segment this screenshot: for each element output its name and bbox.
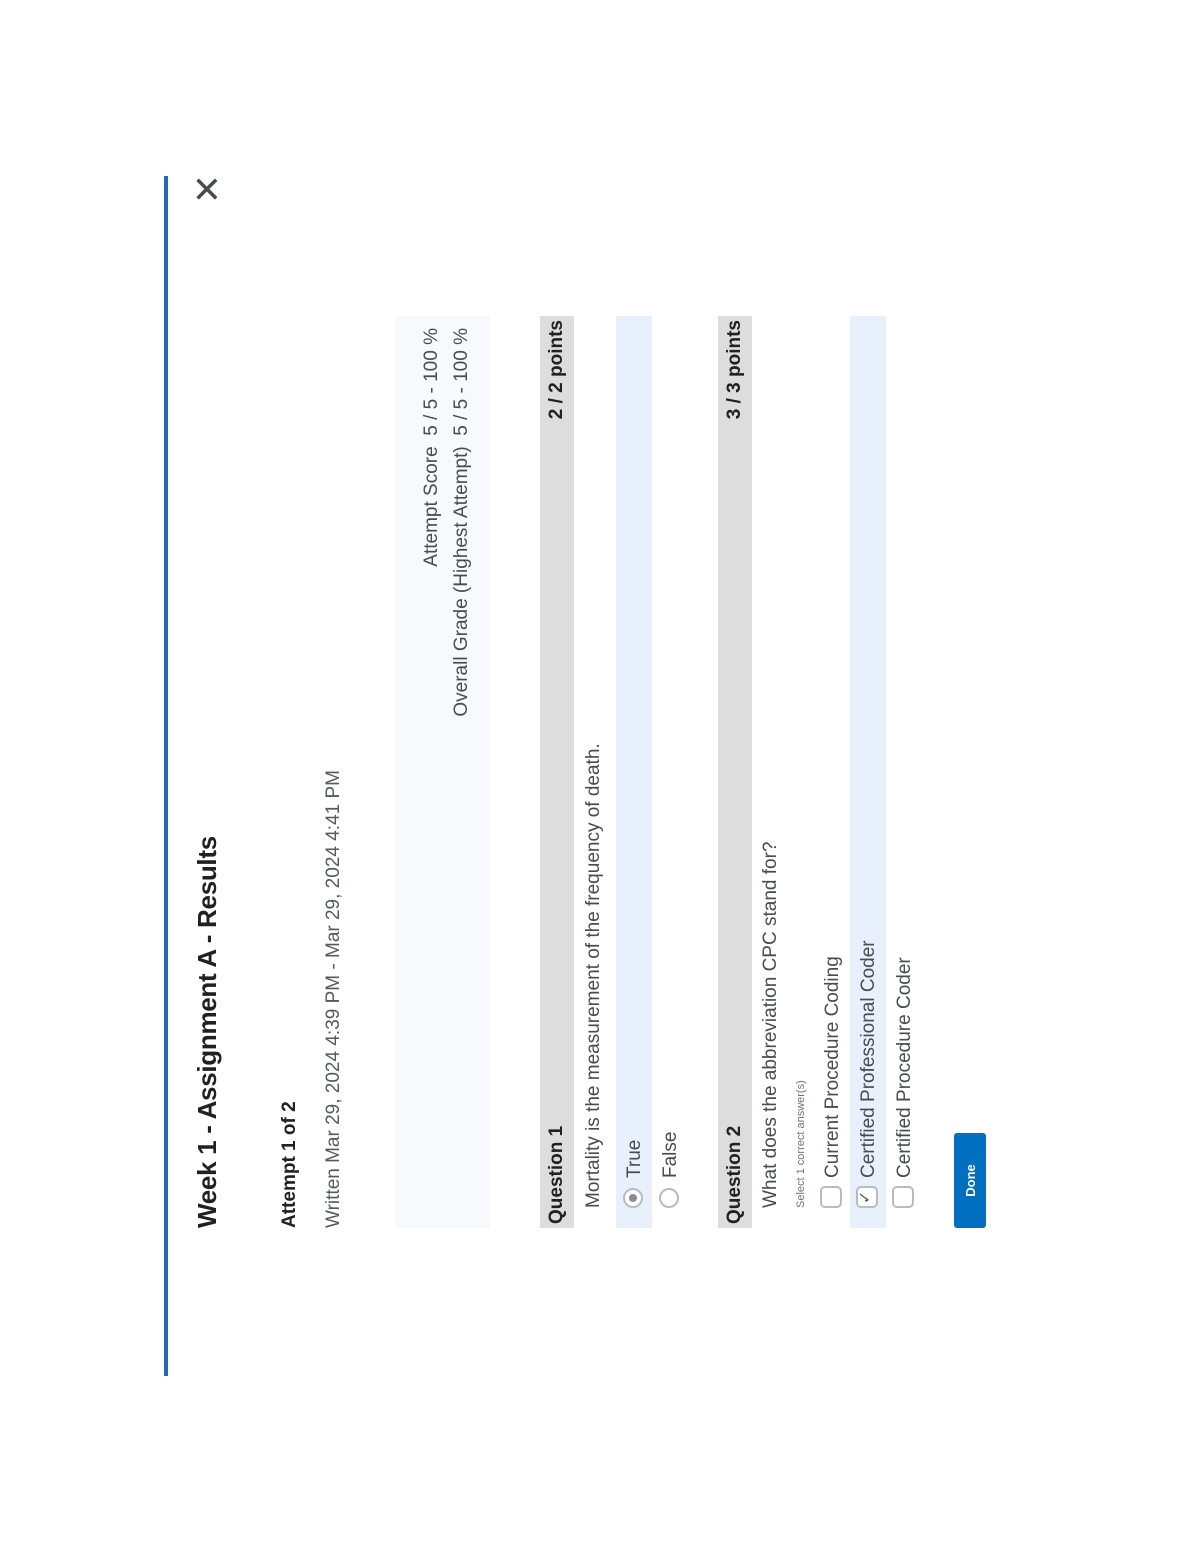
question-points: 2 / 2 points xyxy=(546,320,567,420)
choice-certified-procedure-coder[interactable]: Certified Procedure Coder xyxy=(886,316,922,1228)
written-timestamp: Written Mar 29, 2024 4:39 PM - Mar 29, 2… xyxy=(323,770,344,1228)
checkbox-checked[interactable]: ✓ xyxy=(856,1186,878,1208)
results-dialog: Week 1 - Assignment A - Results ✕ Attemp… xyxy=(180,168,1060,1228)
overall-grade: Overall Grade (Highest Attempt) 5 / 5 - … xyxy=(451,328,473,717)
checkbox[interactable] xyxy=(892,1186,914,1208)
score-summary: Attempt Score 5 / 5 - 100 % Overall Grad… xyxy=(395,316,490,1228)
attempt-score-label: Attempt Score xyxy=(421,446,442,567)
choice-label: True xyxy=(624,1139,645,1178)
question-points: 3 / 3 points xyxy=(724,320,745,420)
choice-label: Certified Procedure Coder xyxy=(894,957,915,1178)
choice-current-procedure-coding[interactable]: Current Procedure Coding xyxy=(814,316,850,1228)
question-header: Question 2 3 / 3 points xyxy=(718,316,752,1228)
overall-grade-label: Overall Grade (Highest Attempt) xyxy=(451,446,472,717)
choice-label: False xyxy=(660,1131,681,1178)
checkbox[interactable] xyxy=(820,1186,842,1208)
accent-bar xyxy=(164,176,168,1376)
checkmark-icon: ✓ xyxy=(857,1190,874,1204)
question-hint: Select 1 correct answer(s) xyxy=(795,1080,807,1208)
choice-false[interactable]: False xyxy=(652,316,688,1228)
question-header: Question 1 2 / 2 points xyxy=(540,316,574,1228)
choice-label: Certified Professional Coder xyxy=(858,940,879,1178)
question-text: What does the abbreviation CPC stand for… xyxy=(760,841,781,1208)
choice-true[interactable]: True xyxy=(616,316,652,1228)
done-button[interactable]: Done xyxy=(954,1133,986,1228)
attempt-score-value: 5 / 5 - 100 % xyxy=(421,328,442,436)
choice-label: Current Procedure Coding xyxy=(822,956,843,1178)
question-label: Question 1 xyxy=(546,1125,567,1224)
overall-grade-value: 5 / 5 - 100 % xyxy=(451,328,472,436)
choice-certified-professional-coder[interactable]: ✓ Certified Professional Coder xyxy=(850,316,886,1228)
radio-button[interactable] xyxy=(659,1188,679,1208)
attempt-label: Attempt 1 of 2 xyxy=(279,1101,300,1228)
question-label: Question 2 xyxy=(724,1125,745,1224)
attempt-score: Attempt Score 5 / 5 - 100 % xyxy=(421,328,443,567)
close-icon[interactable]: ✕ xyxy=(187,174,228,204)
page-title: Week 1 - Assignment A - Results xyxy=(192,836,222,1228)
question-text: Mortality is the measurement of the freq… xyxy=(583,743,604,1208)
radio-button[interactable] xyxy=(623,1188,643,1208)
